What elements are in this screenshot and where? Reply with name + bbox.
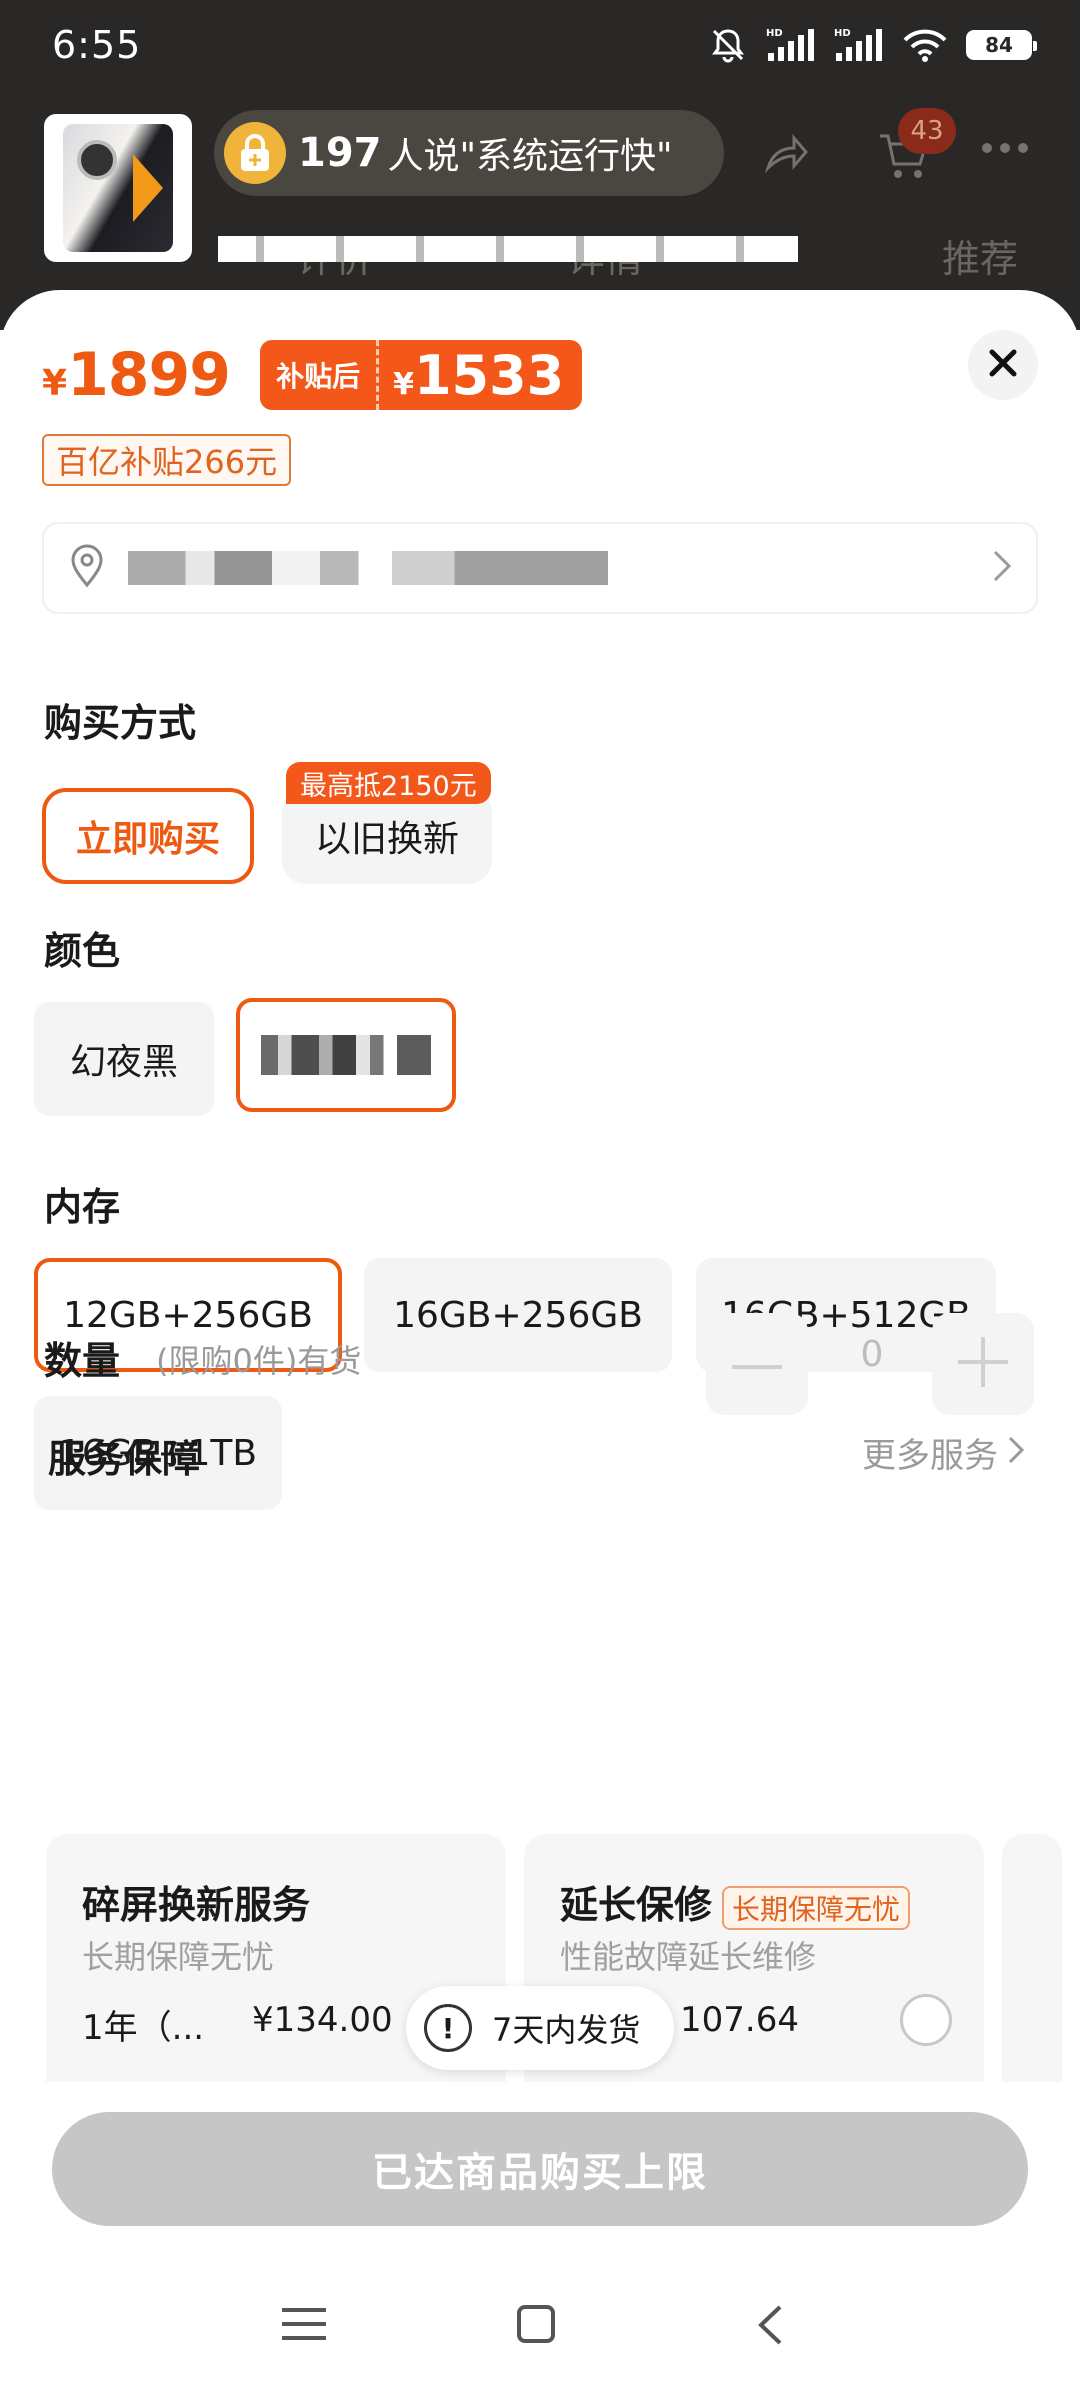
color-option-selected[interactable] (236, 998, 456, 1112)
plus-icon (958, 1337, 1008, 1391)
quantity-title: 数量 (44, 1339, 121, 1383)
service-card-plan: 1年（... (82, 2008, 205, 2048)
minus-icon (732, 1355, 782, 1374)
memory-title: 内存 (44, 1185, 121, 1229)
option-buy-now[interactable]: 立即购买 (42, 788, 254, 884)
redacted-address (128, 551, 608, 585)
memory-option-16-256[interactable]: 16GB+256GB (364, 1258, 672, 1372)
svg-text:HD: HD (766, 28, 783, 39)
more-icon[interactable] (980, 140, 1030, 159)
social-proof-count: 197 (298, 130, 382, 176)
quantity-increase-button[interactable] (932, 1313, 1034, 1415)
back-icon[interactable] (756, 2304, 784, 2350)
svg-text:HD: HD (834, 28, 851, 39)
trade-in-ribbon: 最高抵2150元 (286, 762, 491, 804)
service-card-next[interactable] (1002, 1834, 1062, 2084)
quantity-note: (限购0件)有货 (156, 1342, 362, 1380)
service-card-title: 延长保修 长期保障无忧 (560, 1874, 911, 1930)
menu-icon[interactable] (282, 2304, 326, 2348)
shipping-toast-text: 7天内发货 (492, 2011, 641, 2049)
battery-icon: 84 (966, 30, 1037, 60)
color-option-black[interactable]: 幻夜黑 (34, 1002, 214, 1116)
signal-icon: HD (766, 27, 816, 63)
redacted-color-name (261, 1035, 431, 1075)
lock-icon (224, 122, 286, 184)
service-card-price: 107.64 (680, 2000, 799, 2040)
social-proof-text: 人说"系统运行快" (387, 136, 673, 177)
service-card-tag: 长期保障无忧 (722, 1885, 911, 1930)
close-icon (988, 348, 1018, 382)
service-card-subtitle: 长期保障无忧 (82, 1938, 275, 1976)
service-title: 服务保障 (48, 1437, 201, 1481)
cart-count-badge: 43 (898, 108, 956, 154)
service-card-subtitle: 性能故障延长维修 (560, 1938, 817, 1976)
service-select-radio[interactable] (900, 1994, 952, 2046)
quantity-value: 0 (860, 1334, 884, 1375)
subsidy-badge: 百亿补贴266元 (42, 434, 292, 486)
home-icon[interactable] (516, 2304, 556, 2348)
subsidy-label: 补贴后 (260, 340, 380, 410)
color-title: 颜色 (44, 929, 121, 973)
purchase-limit-button[interactable]: 已达商品购买上限 (52, 2112, 1028, 2226)
chevron-right-icon (1008, 1433, 1025, 1473)
chevron-right-icon (992, 549, 1012, 587)
purchase-method-title: 购买方式 (44, 701, 197, 745)
product-thumbnail[interactable] (44, 114, 192, 262)
shipping-toast: ! 7天内发货 (406, 1986, 674, 2070)
battery-level: 84 (985, 33, 1013, 57)
signal-icon: HD (834, 27, 884, 63)
system-nav-bar (0, 2270, 1080, 2400)
close-button[interactable] (968, 330, 1038, 400)
status-bar: 6:55 HD HD 84 (0, 0, 1080, 90)
exclamation-icon: ! (424, 2004, 472, 2052)
social-proof-bubble: 197 人说"系统运行快" (214, 110, 724, 196)
phone-image (63, 124, 173, 252)
status-time: 6:55 (52, 23, 142, 67)
content-fade (0, 2082, 1080, 2110)
original-price: ¥ 1899 (42, 340, 231, 410)
subsidized-price: ¥ 1533 (393, 343, 565, 407)
redacted-tabs (218, 236, 798, 262)
wifi-icon (902, 27, 948, 63)
subsidy-price-tag: 补贴后 ¥ 1533 (260, 340, 583, 410)
product-header-behind: 197 人说"系统运行快" 43 评价 详情 推荐 (0, 90, 1080, 290)
service-card-title: 碎屏换新服务 (82, 1883, 311, 1927)
bell-off-icon (708, 25, 748, 65)
service-card-price: ¥134.00 (252, 2000, 393, 2040)
location-pin-icon (68, 544, 106, 592)
price-row: ¥ 1899 补贴后 ¥ 1533 (42, 340, 583, 410)
address-selector[interactable] (42, 522, 1038, 614)
quantity-decrease-button[interactable] (706, 1313, 808, 1415)
more-services-link[interactable]: 更多服务 (862, 1428, 1025, 1477)
tab-recommend[interactable]: 推荐 (900, 228, 1060, 283)
share-icon[interactable] (760, 128, 810, 182)
